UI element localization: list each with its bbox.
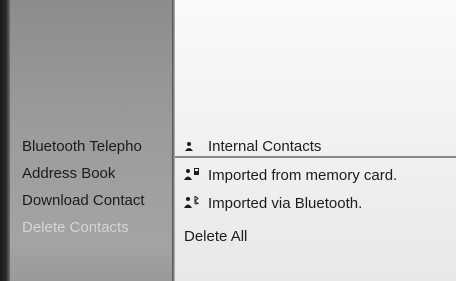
option-label: Internal Contacts <box>208 138 322 155</box>
selection-separator <box>175 156 456 158</box>
option-label: Imported from memory card. <box>208 167 398 184</box>
menu-item-address-book[interactable]: Address Book <box>22 162 172 186</box>
left-panel-shade <box>10 243 172 281</box>
menu-item-download-contacts[interactable]: Download Contact <box>22 189 172 213</box>
option-imported-bluetooth[interactable]: Imported via Bluetooth. <box>180 192 362 216</box>
option-label: Imported via Bluetooth. <box>208 195 363 212</box>
bluetooth-import-icon <box>184 192 200 216</box>
memory-card-import-icon <box>184 164 200 188</box>
option-delete-all[interactable]: Delete All <box>180 225 247 249</box>
screen: Bluetooth Telepho Address Book Download … <box>0 0 456 281</box>
menu-item-delete-contacts[interactable]: Delete Contacts <box>22 216 172 240</box>
menu-item-bluetooth-telephony[interactable]: Bluetooth Telepho <box>22 135 172 159</box>
option-imported-memory-card[interactable]: Imported from memory card. <box>180 164 397 188</box>
option-label: Delete All <box>184 228 248 245</box>
left-edge <box>0 0 10 281</box>
